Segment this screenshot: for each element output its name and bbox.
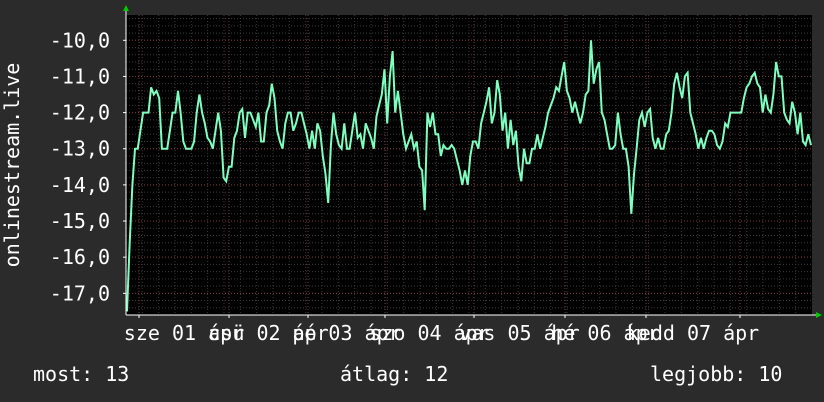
x-tick-label: kedd 07 ápr [627,321,759,345]
y-tick-label: -16,0 [50,245,110,269]
line-chart: -10,0 -11,0 -12,0 -13,0 -14,0 -15,0 -16,0 -17,0… [0,5,822,345]
x-axis-ticks: sze 01 áprcsü 02 áprpé 03 áprszo 04 áprv… [124,315,759,345]
best-value-stat: legjobb: 10 [650,362,783,386]
y-axis-arrow [123,5,129,11]
y-tick-label: -14,0 [50,173,110,197]
y-axis-label: onlinestream.live [0,63,24,268]
y-tick-label: -11,0 [50,64,110,88]
y-tick-label: -17,0 [50,281,110,305]
current-value-stat: most: 13 [33,362,130,386]
y-tick-label: -15,0 [50,209,110,233]
x-axis-arrow [816,312,822,318]
y-tick-label: -12,0 [50,101,110,125]
y-tick-label: -13,0 [50,137,110,161]
y-tick-label: -10,0 [50,28,110,52]
y-axis-ticks: -10,0 -11,0 -12,0 -13,0 -14,0 -15,0 -16,0 -17,0 [50,28,126,305]
average-value-stat: átlag: 12 [340,362,449,386]
